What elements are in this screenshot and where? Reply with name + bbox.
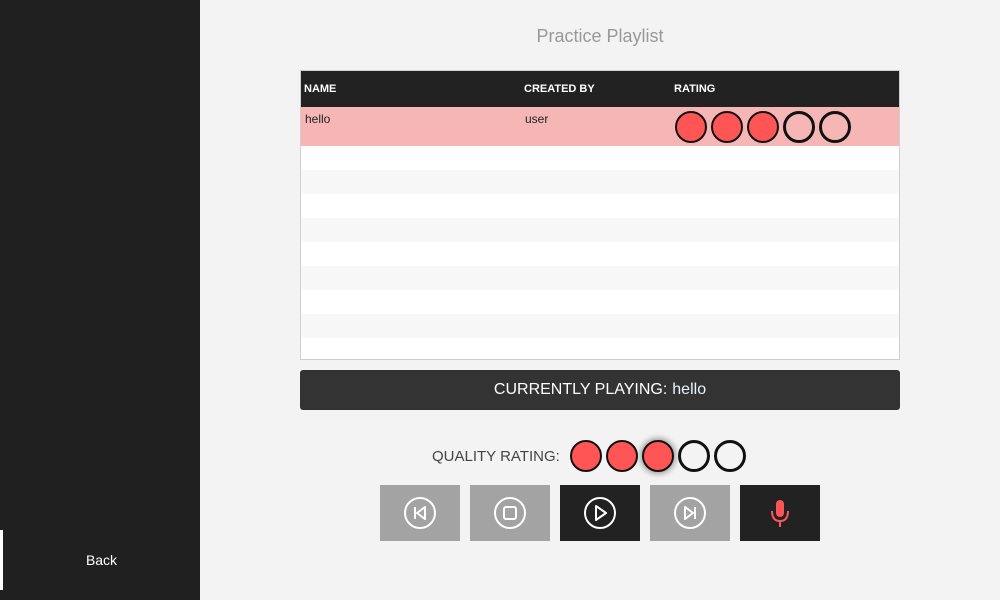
- song-name-cell: hello: [305, 112, 331, 126]
- sidebar: Back: [0, 0, 200, 600]
- skip-forward-icon: [674, 497, 706, 529]
- now-playing-song: hello: [672, 381, 707, 398]
- quality-star-2-icon[interactable]: [605, 440, 638, 472]
- empty-row: [301, 314, 899, 338]
- quality-star-5-icon[interactable]: [713, 440, 746, 472]
- empty-row: [301, 218, 899, 242]
- row-rating: [675, 111, 851, 143]
- quality-rating-stars: [569, 440, 746, 472]
- stop-icon: [494, 497, 526, 529]
- next-button[interactable]: [650, 485, 730, 541]
- rating-star-icon: [747, 111, 779, 143]
- empty-row: [301, 266, 899, 290]
- quality-star-3-icon[interactable]: [641, 440, 674, 472]
- now-playing-bar: CURRENTLY PLAYING: hello: [300, 370, 900, 410]
- quality-rating: QUALITY RATING:: [432, 439, 746, 473]
- microphone-icon: [771, 500, 789, 527]
- rating-star-icon: [783, 111, 815, 143]
- column-header-created-by[interactable]: CREATED BY: [524, 83, 595, 95]
- previous-button[interactable]: [380, 485, 460, 541]
- playlist-table: NAME CREATED BY RATING hello user: [300, 70, 900, 360]
- skip-back-icon: [404, 497, 436, 529]
- quality-star-4-icon[interactable]: [677, 440, 710, 472]
- record-button[interactable]: [740, 485, 820, 541]
- playback-controls: [380, 485, 820, 541]
- empty-row: [301, 194, 899, 218]
- table-row[interactable]: hello user: [301, 107, 899, 146]
- created-by-cell: user: [525, 112, 549, 126]
- empty-row: [301, 290, 899, 314]
- empty-row: [301, 146, 899, 170]
- empty-row: [301, 242, 899, 266]
- stop-button[interactable]: [470, 485, 550, 541]
- now-playing-label: CURRENTLY PLAYING:: [493, 381, 668, 398]
- play-button[interactable]: [560, 485, 640, 541]
- back-button[interactable]: Back: [0, 530, 200, 590]
- rating-star-icon: [711, 111, 743, 143]
- quality-star-1-icon[interactable]: [569, 440, 602, 472]
- column-header-rating[interactable]: RATING: [674, 83, 715, 95]
- empty-row: [301, 338, 899, 359]
- play-icon: [584, 497, 616, 529]
- rating-star-icon: [675, 111, 707, 143]
- page-title: Practice Playlist: [536, 26, 664, 46]
- quality-rating-label: QUALITY RATING:: [432, 447, 560, 465]
- table-header: NAME CREATED BY RATING: [301, 71, 899, 107]
- column-header-name[interactable]: NAME: [304, 83, 336, 95]
- empty-row: [301, 170, 899, 194]
- rating-star-icon: [819, 111, 851, 143]
